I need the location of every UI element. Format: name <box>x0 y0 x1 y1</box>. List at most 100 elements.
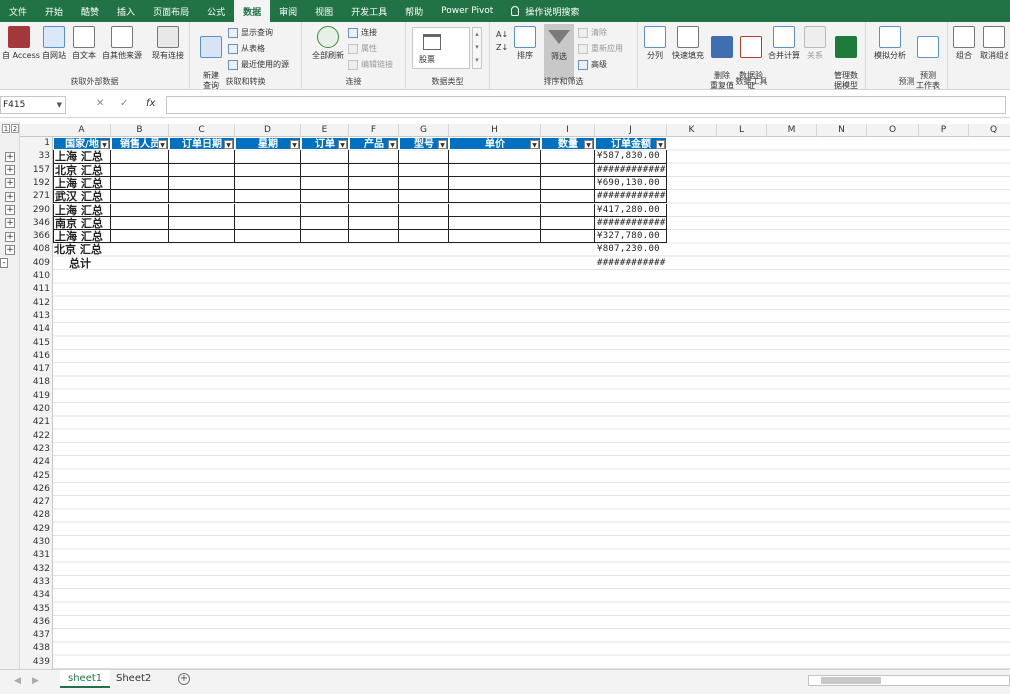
filter-dropdown-icon[interactable]: ▼ <box>224 140 233 149</box>
scroll-left-icon[interactable]: ◀ <box>14 676 21 686</box>
tab-page-layout[interactable]: 页面布局 <box>144 0 198 22</box>
tab-view[interactable]: 视图 <box>306 0 342 22</box>
row-header[interactable]: 346 <box>20 217 52 230</box>
empty-cell[interactable] <box>399 230 449 243</box>
properties-button[interactable]: 属性 <box>348 43 377 54</box>
tab-data[interactable]: 数据 <box>234 0 270 22</box>
reapply-button[interactable]: 重新应用 <box>578 43 623 54</box>
from-access-button[interactable]: 自 Access <box>2 26 36 61</box>
empty-cell[interactable] <box>301 230 349 243</box>
formula-input[interactable] <box>166 96 1006 114</box>
header-cell[interactable]: 订单▼ <box>301 137 349 150</box>
tab-kuzan[interactable]: 酷赞 <box>72 0 108 22</box>
empty-cell[interactable] <box>399 164 449 177</box>
empty-cell[interactable] <box>301 257 349 270</box>
expand-group-icon[interactable]: + <box>5 152 15 162</box>
empty-cell[interactable] <box>449 257 541 270</box>
row-header[interactable]: 409 <box>20 257 52 270</box>
expand-group-icon[interactable]: + <box>5 205 15 215</box>
outline-level-2[interactable]: 2 <box>11 124 19 133</box>
header-cell[interactable]: 销售人员▼ <box>111 137 169 150</box>
filter-dropdown-icon[interactable]: ▼ <box>388 140 397 149</box>
header-cell[interactable]: 型号▼ <box>399 137 449 150</box>
tab-power-pivot[interactable]: Power Pivot <box>432 0 502 22</box>
header-cell[interactable]: 产品▼ <box>349 137 399 150</box>
row-header[interactable]: 1 <box>20 137 52 150</box>
filter-dropdown-icon[interactable]: ▼ <box>530 140 539 149</box>
edit-links-button[interactable]: 编辑链接 <box>348 59 393 70</box>
empty-cell[interactable] <box>169 243 235 256</box>
filter-dropdown-icon[interactable]: ▼ <box>656 140 665 149</box>
expand-group-icon[interactable]: + <box>5 218 15 228</box>
region-label-cell[interactable]: 上海 汇总 <box>53 177 111 190</box>
outline-level-1[interactable]: 1 <box>2 124 10 133</box>
order-amount-cell[interactable]: ############ <box>595 217 667 230</box>
horizontal-scrollbar[interactable] <box>808 675 1010 686</box>
group-button[interactable]: 组合 <box>952 26 976 61</box>
column-header-P[interactable]: P <box>919 124 969 137</box>
tab-developer[interactable]: 开发工具 <box>342 0 396 22</box>
expand-group-icon[interactable]: + <box>5 178 15 188</box>
expand-group-icon[interactable]: + <box>5 192 15 202</box>
filter-dropdown-icon[interactable]: ▼ <box>158 140 167 149</box>
scroll-right-icon[interactable]: ▶ <box>32 676 39 686</box>
empty-cell[interactable] <box>235 190 301 203</box>
sheet-tab-sheet2[interactable]: Sheet2 <box>108 670 159 688</box>
advanced-button[interactable]: 高级 <box>578 59 607 70</box>
expand-group-icon[interactable]: + <box>5 245 15 255</box>
row-header[interactable]: 425 <box>20 470 52 483</box>
sort-button[interactable]: 排序 <box>512 26 538 61</box>
row-header[interactable]: 428 <box>20 509 52 522</box>
empty-cell[interactable] <box>349 257 399 270</box>
add-sheet-icon[interactable]: + <box>178 673 190 685</box>
empty-cell[interactable] <box>169 217 235 230</box>
empty-cell[interactable] <box>541 190 595 203</box>
row-header[interactable]: 419 <box>20 390 52 403</box>
empty-cell[interactable] <box>541 164 595 177</box>
clear-button[interactable]: 清除 <box>578 27 607 38</box>
empty-cell[interactable] <box>169 164 235 177</box>
row-header[interactable]: 433 <box>20 576 52 589</box>
empty-cell[interactable] <box>235 204 301 217</box>
column-header-H[interactable]: H <box>449 124 541 137</box>
empty-cell[interactable] <box>399 190 449 203</box>
cell-grid[interactable]: 国家/地▼销售人员▼订单日期▼星期▼订单▼产品▼型号▼单价▼数量▼订单金额▼上海… <box>53 137 1010 669</box>
row-header[interactable]: 366 <box>20 230 52 243</box>
order-amount-cell[interactable]: ############ <box>595 190 667 203</box>
filter-button[interactable]: 筛选 <box>544 24 574 80</box>
from-text-button[interactable]: 自文本 <box>70 26 98 61</box>
expand-group-icon[interactable]: + <box>5 232 15 242</box>
empty-cell[interactable] <box>169 230 235 243</box>
empty-cell[interactable] <box>301 243 349 256</box>
empty-cell[interactable] <box>111 177 169 190</box>
from-table-button[interactable]: 从表格 <box>228 43 265 54</box>
sheet-tab-sheet1[interactable]: sheet1 <box>60 670 110 688</box>
empty-cell[interactable] <box>301 217 349 230</box>
empty-cell[interactable] <box>235 257 301 270</box>
empty-cell[interactable] <box>235 230 301 243</box>
region-label-cell[interactable]: 北京 汇总 <box>53 243 111 256</box>
recent-sources-button[interactable]: 最近使用的源 <box>228 59 289 70</box>
empty-cell[interactable] <box>301 164 349 177</box>
tab-home[interactable]: 开始 <box>36 0 72 22</box>
tab-insert[interactable]: 插入 <box>108 0 144 22</box>
row-header[interactable]: 439 <box>20 656 52 669</box>
order-amount-cell[interactable]: ¥807,230.00 <box>595 243 667 256</box>
empty-cell[interactable] <box>111 257 169 270</box>
tab-help[interactable]: 帮助 <box>396 0 432 22</box>
empty-cell[interactable] <box>349 190 399 203</box>
column-header-C[interactable]: C <box>169 124 235 137</box>
cancel-icon[interactable]: ✕ <box>96 98 104 109</box>
empty-cell[interactable] <box>169 257 235 270</box>
empty-cell[interactable] <box>301 190 349 203</box>
empty-cell[interactable] <box>349 164 399 177</box>
order-amount-cell[interactable]: ¥327,780.00 <box>595 230 667 243</box>
from-web-button[interactable]: 自网站 <box>40 26 68 61</box>
row-header[interactable]: 422 <box>20 430 52 443</box>
empty-cell[interactable] <box>349 150 399 163</box>
header-cell[interactable]: 单价▼ <box>449 137 541 150</box>
row-header[interactable]: 417 <box>20 363 52 376</box>
empty-cell[interactable] <box>449 150 541 163</box>
empty-cell[interactable] <box>399 257 449 270</box>
empty-cell[interactable] <box>169 150 235 163</box>
